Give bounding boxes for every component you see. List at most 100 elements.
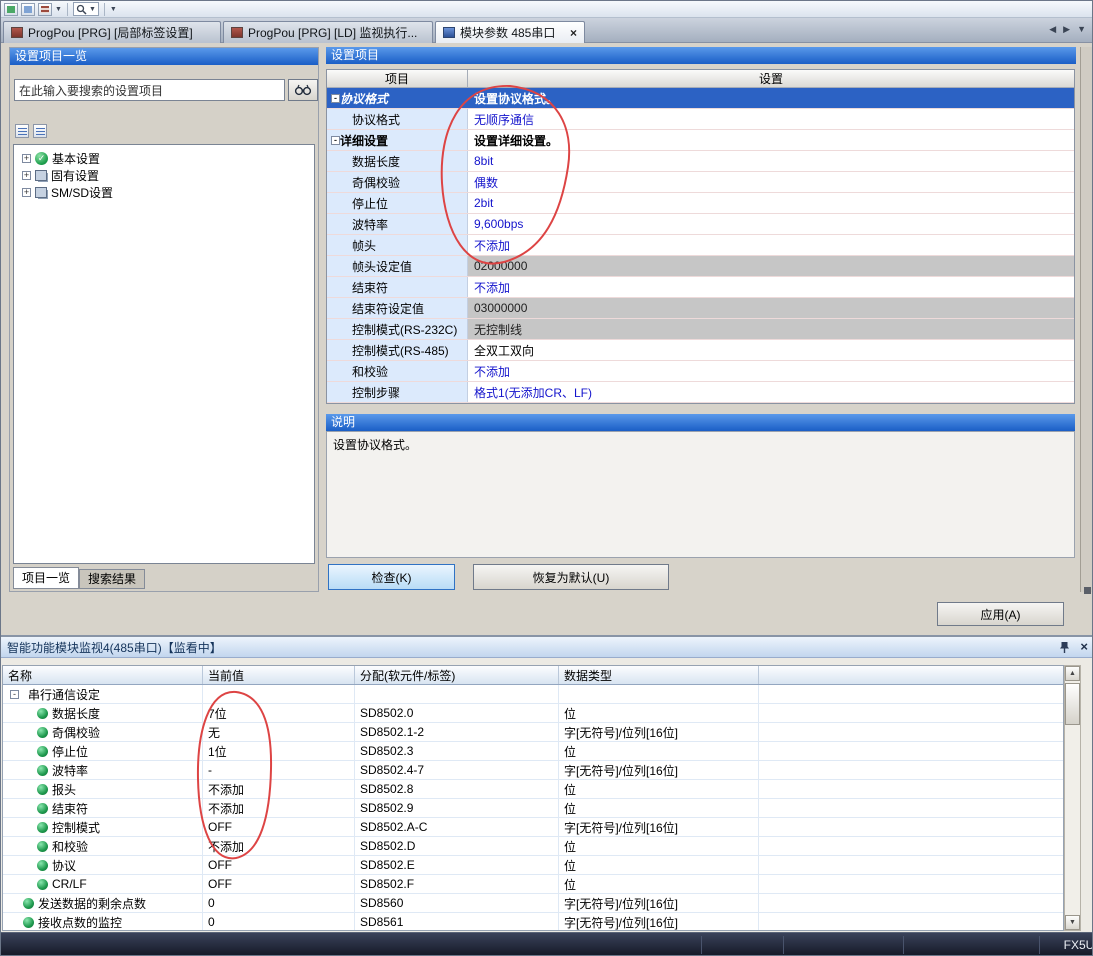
expand-icon[interactable]: [10, 918, 19, 927]
setting-value[interactable]: 03000000: [468, 298, 1074, 318]
monitor-row[interactable]: - 串行通信设定: [3, 685, 1063, 704]
expand-icon[interactable]: [343, 283, 352, 292]
restore-default-button[interactable]: 恢复为默认(U): [473, 564, 669, 590]
settings-row[interactable]: 和校验 不添加: [327, 361, 1074, 382]
expand-icon[interactable]: [24, 747, 33, 756]
settings-row[interactable]: 结束符 不添加: [327, 277, 1074, 298]
expand-icon[interactable]: [24, 766, 33, 775]
expand-icon[interactable]: [24, 880, 33, 889]
setting-value[interactable]: 格式1(无添加CR、LF): [468, 382, 1074, 402]
expand-icon[interactable]: [24, 861, 33, 870]
setting-value[interactable]: 无顺序通信: [468, 109, 1074, 129]
expand-icon[interactable]: [343, 325, 352, 334]
monitor-row[interactable]: 接收点数的监控 0 SD8561 字[无符号]/位列[16位]: [3, 913, 1063, 931]
monitor-scrollbar[interactable]: ▲ ▼: [1064, 665, 1081, 931]
settings-row[interactable]: 控制模式(RS-232C) 无控制线: [327, 319, 1074, 340]
expand-icon[interactable]: [343, 178, 352, 187]
expand-icon[interactable]: [343, 304, 352, 313]
setting-value[interactable]: 设置协议格式。: [468, 88, 1074, 108]
setting-value[interactable]: 9,600bps: [468, 214, 1074, 234]
setting-value[interactable]: 02000000: [468, 256, 1074, 276]
monitor-row[interactable]: 数据长度 7位 SD8502.0 位: [3, 704, 1063, 723]
expand-icon[interactable]: [343, 199, 352, 208]
scrollbar-thumb[interactable]: [1065, 683, 1080, 725]
expand-icon[interactable]: [24, 804, 33, 813]
zoom-select[interactable]: ▼: [73, 2, 99, 16]
setting-value[interactable]: 8bit: [468, 151, 1074, 171]
setting-value[interactable]: 无控制线: [468, 319, 1074, 339]
scroll-up-icon[interactable]: ▲: [1065, 666, 1080, 681]
settings-row[interactable]: - 协议格式 设置协议格式。: [327, 88, 1074, 109]
settings-row[interactable]: 协议格式 无顺序通信: [327, 109, 1074, 130]
check-button[interactable]: 检查(K): [328, 564, 455, 590]
expand-icon[interactable]: [343, 346, 352, 355]
tab-item-list[interactable]: 项目一览: [13, 567, 79, 589]
scroll-down-icon[interactable]: ▼: [1065, 915, 1080, 930]
tab-progpou-label-settings[interactable]: ProgPou [PRG] [局部标签设置]: [3, 21, 221, 43]
expand-icon[interactable]: [24, 785, 33, 794]
expand-icon[interactable]: [24, 709, 33, 718]
pin-icon[interactable]: [1059, 641, 1070, 654]
expand-icon[interactable]: [24, 728, 33, 737]
expand-icon[interactable]: [343, 220, 352, 229]
expand-icon[interactable]: +: [22, 188, 31, 197]
close-panel-icon[interactable]: ×: [1080, 641, 1088, 653]
settings-row[interactable]: 控制模式(RS-485) 全双工双向: [327, 340, 1074, 361]
check-program-icon[interactable]: [4, 3, 18, 16]
collapse-all-icon[interactable]: [33, 124, 47, 138]
settings-row[interactable]: - 详细设置 设置详细设置。: [327, 130, 1074, 151]
expand-icon[interactable]: [343, 115, 352, 124]
tab-progpou-ld-monitor[interactable]: ProgPou [PRG] [LD] 监视执行...: [223, 21, 433, 43]
apply-button[interactable]: 应用(A): [937, 602, 1064, 626]
settings-row[interactable]: 结束符设定值 03000000: [327, 298, 1074, 319]
setting-value[interactable]: 2bit: [468, 193, 1074, 213]
expand-icon[interactable]: -: [331, 136, 340, 145]
setting-value[interactable]: 不添加: [468, 235, 1074, 255]
monitor-row[interactable]: 协议 OFF SD8502.E 位: [3, 856, 1063, 875]
settings-row[interactable]: 帧头 不添加: [327, 235, 1074, 256]
monitor-row[interactable]: 报头 不添加 SD8502.8 位: [3, 780, 1063, 799]
expand-icon[interactable]: [10, 899, 19, 908]
expand-icon[interactable]: [343, 157, 352, 166]
expand-icon[interactable]: [343, 388, 352, 397]
next-tab-icon[interactable]: ▶: [1063, 24, 1070, 35]
settings-row[interactable]: 数据长度 8bit: [327, 151, 1074, 172]
expand-icon[interactable]: [343, 367, 352, 376]
tab-module-param-485[interactable]: 模块参数 485串口 ×: [435, 21, 585, 43]
expand-icon[interactable]: [24, 823, 33, 832]
monitor-row[interactable]: 发送数据的剩余点数 0 SD8560 字[无符号]/位列[16位]: [3, 894, 1063, 913]
monitor-row[interactable]: 和校验 不添加 SD8502.D 位: [3, 837, 1063, 856]
setting-value[interactable]: 不添加: [468, 277, 1074, 297]
settings-row[interactable]: 波特率 9,600bps: [327, 214, 1074, 235]
tree-item-inherent-settings[interactable]: + 固有设置: [14, 167, 314, 184]
expand-icon[interactable]: [24, 842, 33, 851]
toolbar-dropdown-icon[interactable]: ▼: [55, 6, 62, 13]
monitor-row[interactable]: CR/LF OFF SD8502.F 位: [3, 875, 1063, 894]
search-input[interactable]: [14, 79, 285, 101]
ladder-display-icon[interactable]: [38, 3, 52, 16]
expand-icon[interactable]: -: [331, 94, 340, 103]
splitter-handle-icon[interactable]: [1084, 587, 1091, 594]
tree-item-basic-settings[interactable]: + ✓ 基本设置: [14, 150, 314, 167]
monitor-row[interactable]: 奇偶校验 无 SD8502.1-2 字[无符号]/位列[16位]: [3, 723, 1063, 742]
expand-icon[interactable]: [343, 241, 352, 250]
expand-all-icon[interactable]: [15, 124, 29, 138]
settings-row[interactable]: 控制步骤 格式1(无添加CR、LF): [327, 382, 1074, 403]
tree-item-smsd-settings[interactable]: + SM/SD设置: [14, 184, 314, 201]
search-button[interactable]: [288, 79, 318, 101]
setting-value[interactable]: 偶数: [468, 172, 1074, 192]
setting-value[interactable]: 设置详细设置。: [468, 130, 1074, 150]
monitor-row[interactable]: 控制模式 OFF SD8502.A-C 字[无符号]/位列[16位]: [3, 818, 1063, 837]
monitor-row[interactable]: 波特率 - SD8502.4-7 字[无符号]/位列[16位]: [3, 761, 1063, 780]
prev-tab-icon[interactable]: ◀: [1049, 24, 1056, 35]
toolbar-overflow-icon[interactable]: ▼: [110, 6, 117, 13]
close-tab-icon[interactable]: ×: [570, 28, 577, 38]
expand-icon[interactable]: +: [22, 171, 31, 180]
setting-value[interactable]: 全双工双向: [468, 340, 1074, 360]
monitor-row[interactable]: 停止位 1位 SD8502.3 位: [3, 742, 1063, 761]
settings-row[interactable]: 帧头设定值 02000000: [327, 256, 1074, 277]
settings-row[interactable]: 奇偶校验 偶数: [327, 172, 1074, 193]
setting-value[interactable]: 不添加: [468, 361, 1074, 381]
tab-menu-icon[interactable]: ▼: [1077, 24, 1086, 35]
expand-icon[interactable]: +: [22, 154, 31, 163]
